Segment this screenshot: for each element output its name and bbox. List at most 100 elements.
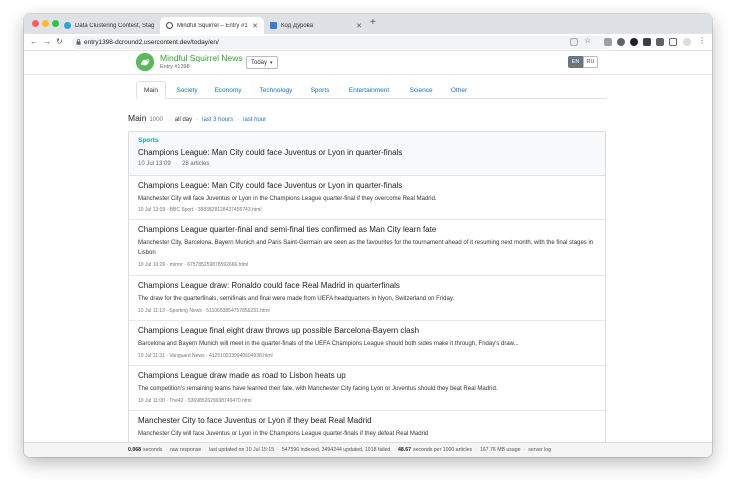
tab-title: Data Clustering Contest, Stag [75, 22, 155, 29]
extension-icon[interactable] [630, 38, 638, 46]
bookmark-star-icon[interactable]: ☆ [584, 36, 591, 45]
article-file-link[interactable]: 5369852629698749470.html [188, 398, 252, 404]
site-header: Mindful Squirrel News Entry #1398 Today … [24, 51, 712, 75]
back-icon[interactable]: ← [30, 37, 38, 46]
reload-icon[interactable]: ↻ [56, 37, 63, 46]
article-file-link[interactable]: 675785259878592666.html [187, 262, 248, 268]
today-dropdown[interactable]: Today ▾ [246, 56, 278, 69]
url-text: entry1398-dcround2.usercontent.dev/today… [84, 39, 219, 46]
list-item: Champions League: Man City could face Ju… [129, 176, 605, 220]
article-file-link[interactable]: 3883828128437455743.html [198, 207, 262, 213]
extension-icon[interactable] [604, 38, 612, 46]
tab-society[interactable]: Society [170, 81, 204, 99]
tab-main[interactable]: Main [136, 81, 166, 99]
tab-other[interactable]: Other [444, 81, 474, 99]
last-updated: last updated on 10 Jul 15:15 [208, 447, 275, 453]
list-item: Champions League quarter-final and semi-… [129, 220, 605, 276]
article-meta: 10 Jul 13:09 · BBC Sport · 3883828128437… [138, 207, 262, 213]
page-content: Mindful Squirrel News Entry #1398 Today … [24, 51, 712, 442]
article-description: Manchester City will face Juventus or Ly… [138, 196, 437, 202]
render-seconds-label: seconds [142, 447, 163, 453]
article-title[interactable]: Champions League quarter-final and semi-… [138, 225, 436, 234]
list-item: Champions League final eight draw throws… [129, 321, 605, 366]
address-toolbar: ← → ↻ entry1398-dcround2.usercontent.dev… [24, 34, 712, 51]
page-title: Main [128, 113, 147, 123]
raw-response-link[interactable]: raw response [170, 447, 201, 453]
article-title[interactable]: Champions League final eight draw throws… [138, 326, 419, 335]
browser-tab-entry[interactable]: Mindful Squirrel – Entry #1398 ✕ [160, 17, 264, 34]
tab-economy[interactable]: Economy [208, 81, 248, 99]
close-tab-icon[interactable]: ✕ [252, 22, 258, 30]
article-time: 10 Jul 11:31 [138, 353, 165, 359]
tab-technology[interactable]: Technology [252, 81, 300, 99]
article-time: 10 Jul 10:26 [138, 262, 166, 268]
cluster-article-count: 28 articles [182, 161, 210, 167]
tab-title: Код Дурова [281, 22, 314, 29]
status-footer: 0.068 seconds · raw response · last upda… [24, 442, 712, 457]
site-name[interactable]: Mindful Squirrel News [160, 53, 243, 63]
browser-tab-durov[interactable]: Код Дурова ✕ [264, 17, 368, 34]
index-stats: 547596 indexed, 3494244 updated, 1018 fa… [281, 447, 391, 453]
extension-icon[interactable] [617, 38, 625, 46]
article-source: mirror [169, 262, 183, 268]
article-meta: 10 Jul 11:13 · Sporting News · 511065385… [138, 308, 270, 314]
puzzle-icon[interactable] [656, 38, 664, 46]
article-file-link[interactable]: 5110653854757856231.html [206, 308, 269, 314]
article-file-link[interactable]: 4125100339940694938.html [209, 353, 273, 359]
filter-last-hour[interactable]: last hour [243, 117, 266, 123]
close-tab-icon[interactable]: ✕ [356, 22, 362, 30]
article-time: 10 Jul 11:13 [138, 308, 165, 314]
article-title[interactable]: Champions League draw: Ronaldo could fac… [138, 281, 400, 290]
filter-all-day: all day [174, 117, 193, 123]
category-tabs: Main Society Economy Technology Sports E… [136, 81, 606, 99]
article-description: Barcelona and Bayern Munich will meet in… [138, 341, 519, 347]
cluster-category[interactable]: Sports [138, 137, 159, 144]
separator-dot: · [175, 161, 178, 167]
article-title[interactable]: Champions League draw made as road to Li… [138, 371, 346, 380]
new-tab-icon[interactable]: + [370, 17, 376, 28]
separator-dot: · [523, 447, 526, 453]
translate-icon[interactable] [570, 38, 578, 46]
article-source: Sporting News [169, 308, 202, 314]
browser-window: Data Clustering Contest, Stag ✕ Mindful … [24, 14, 712, 457]
article-meta: 10 Jul 11:00 · The42 · 53698526296987494… [138, 398, 252, 404]
filter-last-3-hours[interactable]: last 3 hours [202, 117, 233, 123]
tab-title: Mindful Squirrel – Entry #1398 [177, 22, 248, 29]
cluster-list: Sports Champions League: Man City could … [128, 131, 606, 442]
article-title[interactable]: Manchester City to face Juventus or Lyon… [138, 416, 372, 425]
close-window-button[interactable] [32, 20, 39, 27]
article-meta: 10 Jul 11:31 · Vanguard News · 412510033… [138, 353, 273, 359]
article-count: 1000 [149, 117, 163, 123]
article-description: Manchester City will face Juventus or Ly… [138, 431, 429, 437]
cast-icon[interactable] [669, 38, 677, 46]
article-source: The42 [169, 398, 184, 404]
extension-icon[interactable] [643, 38, 651, 46]
memory-usage: 167.76 MB usage [479, 447, 521, 453]
article-source: BBC Sport [169, 207, 194, 213]
tab-science[interactable]: Science [402, 81, 440, 99]
cluster-header: Sports Champions League: Man City could … [129, 132, 605, 176]
url-bar[interactable]: entry1398-dcround2.usercontent.dev/today… [72, 36, 612, 49]
site-entry: Entry #1398 [160, 64, 190, 70]
minimize-window-button[interactable] [42, 20, 49, 27]
per-1000-label: seconds per 1000 articles [413, 447, 473, 453]
lang-en-button[interactable]: EN [568, 56, 583, 68]
cluster-time: 10 Jul 13:09 [138, 161, 171, 167]
separator-dot: · [475, 447, 477, 453]
tab-sports[interactable]: Sports [304, 81, 336, 99]
lang-ru-button[interactable]: RU [583, 56, 598, 68]
per-1000-value: 48.67 [398, 447, 412, 453]
avatar[interactable] [683, 38, 691, 46]
list-item: Champions League draw made as road to Li… [129, 366, 605, 411]
list-item: Champions League draw: Ronaldo could fac… [129, 276, 605, 321]
globe-favicon-icon [166, 22, 173, 29]
telegram-favicon-icon [64, 22, 71, 29]
separator-dot: · [204, 447, 206, 453]
tab-entertainment[interactable]: Entertainment [340, 81, 398, 99]
article-title[interactable]: Champions League: Man City could face Ju… [138, 181, 402, 190]
cluster-title[interactable]: Champions League: Man City could face Ju… [138, 148, 402, 157]
server-log-link[interactable]: server log [528, 447, 551, 453]
menu-dots-icon[interactable]: ⋮ [698, 36, 706, 45]
tab-strip: Data Clustering Contest, Stag ✕ Mindful … [24, 14, 712, 34]
forward-icon[interactable]: → [43, 37, 51, 46]
